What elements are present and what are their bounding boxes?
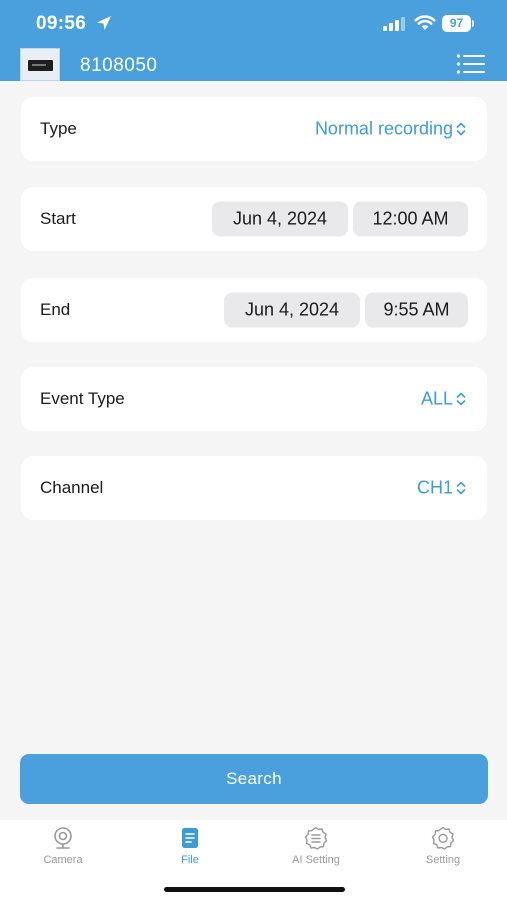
- tab-camera-label: Camera: [43, 854, 83, 866]
- type-row[interactable]: Type Normal recording: [21, 97, 487, 161]
- app-header: 09:56 97 8108050: [0, 0, 507, 81]
- tab-setting-label: Setting: [425, 854, 461, 866]
- type-select[interactable]: Normal recording: [315, 119, 453, 140]
- chevron-updown-icon: [456, 392, 466, 406]
- list-menu-icon[interactable]: [456, 53, 486, 75]
- type-label: Type: [40, 119, 77, 138]
- camera-icon: [54, 827, 72, 849]
- end-time-picker[interactable]: 9:55 AM: [365, 292, 468, 328]
- channel-select[interactable]: CH1: [417, 478, 453, 499]
- file-icon: [182, 828, 198, 848]
- tab-camera[interactable]: Camera: [8, 826, 118, 874]
- ai-setting-icon: [304, 826, 328, 850]
- device-id: 8108050: [80, 55, 158, 76]
- chevron-updown-icon: [456, 122, 466, 136]
- battery-cap: [472, 20, 474, 27]
- search-button[interactable]: Search: [20, 754, 488, 804]
- tab-file-label: File: [181, 854, 199, 866]
- start-time-picker[interactable]: 12:00 AM: [353, 201, 468, 237]
- dvr-device-icon: [28, 60, 53, 71]
- location-arrow-icon: [97, 16, 111, 30]
- channel-row[interactable]: Channel CH1: [21, 456, 487, 520]
- status-time: 09:56: [36, 13, 87, 34]
- tab-file[interactable]: File: [135, 826, 245, 874]
- device-thumbnail[interactable]: [20, 48, 60, 81]
- tab-ai-setting-label: AI Setting: [292, 854, 340, 866]
- start-row: Start Jun 4, 2024 12:00 AM: [21, 187, 487, 251]
- event-type-row[interactable]: Event Type ALL: [21, 367, 487, 431]
- start-label: Start: [40, 209, 76, 228]
- battery-level: 97: [442, 15, 471, 32]
- chevron-updown-icon: [456, 481, 466, 495]
- cellular-signal-icon: [383, 17, 405, 31]
- end-date-picker[interactable]: Jun 4, 2024: [224, 292, 360, 328]
- tab-ai-setting[interactable]: AI Setting: [261, 826, 371, 874]
- gear-icon: [431, 826, 455, 850]
- wifi-icon: [414, 15, 436, 30]
- end-row: End Jun 4, 2024 9:55 AM: [21, 278, 487, 342]
- event-type-label: Event Type: [40, 389, 125, 408]
- end-label: End: [40, 300, 71, 319]
- channel-label: Channel: [40, 478, 104, 497]
- start-date-picker[interactable]: Jun 4, 2024: [212, 201, 348, 237]
- tab-setting[interactable]: Setting: [388, 826, 498, 874]
- home-indicator: [164, 887, 345, 892]
- battery-indicator: 97: [442, 15, 474, 32]
- event-type-select[interactable]: ALL: [421, 389, 453, 410]
